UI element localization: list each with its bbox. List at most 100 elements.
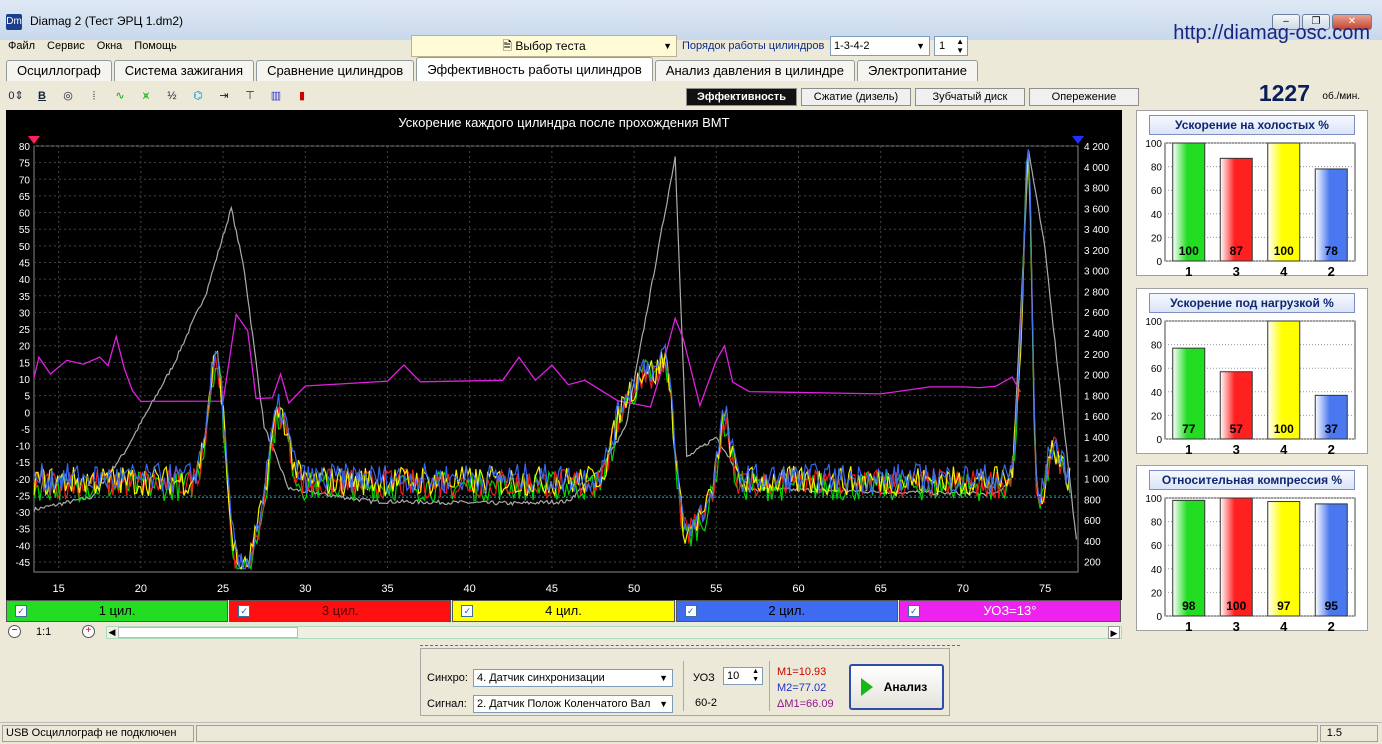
- panel-y-tick: 100: [1145, 139, 1162, 150]
- y-left-tick: 60: [19, 209, 31, 220]
- menu-service[interactable]: Сервис: [47, 40, 85, 52]
- tab-cylinder-compare[interactable]: Сравнение цилиндров: [256, 60, 415, 81]
- panel-bar-value: 100: [1179, 244, 1199, 258]
- zoom-in-icon[interactable]: +: [82, 625, 95, 638]
- version-label: 1.5: [1326, 727, 1342, 739]
- sync-select[interactable]: 4. Датчик синхронизации ▼: [473, 669, 673, 687]
- panel-bar-value: 78: [1325, 244, 1339, 258]
- x-tick: 65: [875, 583, 887, 595]
- legend-channel-2[interactable]: ✓ 4 цил.: [452, 600, 675, 622]
- cylinder-spin-value: 1: [939, 40, 946, 52]
- wave-icon[interactable]: ∿: [110, 86, 130, 106]
- rpm-gauge-icon[interactable]: ◎: [58, 86, 78, 106]
- toolbar: 0⇕ B ◎ ⦙ ∿ ⩙ ½ ⌬ ⇥ ⊤ ▥ ▮: [6, 84, 312, 108]
- filter-icon[interactable]: ⊤: [240, 86, 260, 106]
- app-icon: Dm: [6, 14, 22, 30]
- y-right-tick: 400: [1084, 537, 1101, 548]
- menu-help[interactable]: Помощь: [134, 40, 177, 52]
- main-chart[interactable]: Ускорение каждого цилиндра после прохожд…: [6, 110, 1122, 600]
- panel-y-tick: 20: [1151, 233, 1163, 244]
- legend-label: 2 цил.: [768, 603, 806, 618]
- y-left-tick: 50: [19, 242, 31, 253]
- bar-chart-icon[interactable]: ▥: [266, 86, 286, 106]
- legend-channel-1[interactable]: ✓ 3 цил.: [229, 600, 452, 622]
- y-left-tick: 40: [19, 275, 31, 286]
- panel-y-tick: 100: [1145, 317, 1162, 328]
- panel-y-tick: 0: [1156, 612, 1162, 623]
- tab-cylinder-efficiency[interactable]: Эффективность работы цилиндров: [416, 57, 653, 81]
- panel-bar-value: 100: [1274, 422, 1294, 436]
- panel-title[interactable]: Ускорение под нагрузкой %: [1149, 293, 1355, 313]
- histogram-icon[interactable]: ▮: [292, 86, 312, 106]
- y-right-tick: 200: [1084, 558, 1101, 569]
- menu-file[interactable]: Файл: [8, 40, 35, 52]
- uoz-spinner[interactable]: 10 ▲ ▼: [723, 667, 763, 685]
- splitter[interactable]: [420, 645, 960, 647]
- panel-bar-value: 87: [1230, 244, 1244, 258]
- tab-power-supply[interactable]: Электропитание: [856, 60, 978, 81]
- channel-checkbox[interactable]: ✓: [238, 605, 251, 617]
- channel-checkbox[interactable]: ✓: [15, 605, 27, 617]
- status-bar: USB Осциллограф не подключен 1.5: [0, 722, 1382, 744]
- panel-y-tick: 80: [1151, 518, 1163, 529]
- panel-y-tick: 40: [1151, 388, 1163, 399]
- vvt-wave-icon[interactable]: ⩙: [136, 86, 156, 106]
- panel-bar-label: 1: [1185, 442, 1192, 455]
- signal-select[interactable]: 2. Датчик Полож Коленчатого Вал ▼: [473, 695, 673, 713]
- x-tick: 20: [135, 583, 147, 595]
- tab-oscilloscope[interactable]: Осциллограф: [6, 60, 112, 81]
- y-left-tick: -10: [16, 442, 31, 453]
- channel-checkbox[interactable]: ✓: [907, 605, 920, 617]
- analyze-button[interactable]: Анализ: [849, 664, 944, 710]
- menu-windows[interactable]: Окна: [97, 40, 123, 52]
- algorithm-icon[interactable]: ½: [162, 86, 182, 106]
- channel-checkbox[interactable]: ✓: [684, 605, 697, 617]
- panel-y-tick: 60: [1151, 186, 1163, 197]
- subtab-efficiency[interactable]: Эффективность: [686, 88, 797, 106]
- tab-cylinder-pressure[interactable]: Анализ давления в цилиндре: [654, 60, 855, 81]
- uoz-value: 10: [727, 670, 740, 682]
- y-right-tick: 2 400: [1084, 329, 1109, 340]
- cylinder-order-select[interactable]: 1-3-4-2 ▼: [830, 36, 930, 56]
- channel-checkbox[interactable]: ✓: [461, 605, 474, 617]
- zoom-out-icon[interactable]: −: [8, 625, 21, 638]
- chevron-down-icon: ▼: [659, 696, 668, 712]
- test-select-dropdown[interactable]: 🗎 Выбор теста ▼: [411, 35, 677, 57]
- panel-title[interactable]: Ускорение на холостых %: [1149, 115, 1355, 135]
- legend-channel-3[interactable]: ✓ 2 цил.: [675, 600, 898, 622]
- scroll-right-icon[interactable]: ▶: [1108, 626, 1120, 639]
- y-left-tick: 65: [19, 192, 31, 203]
- legend-channel-0[interactable]: ✓ 1 цил.: [6, 600, 229, 622]
- panel-bar-value: 77: [1182, 422, 1196, 436]
- analysis-panel: Синхро: 4. Датчик синхронизации ▼ Сигнал:…: [420, 648, 950, 716]
- x-tick: 45: [546, 583, 558, 595]
- site-url[interactable]: http://diamag-osc.com: [1173, 22, 1370, 45]
- scroll-left-icon[interactable]: ◀: [106, 626, 118, 639]
- y-left-tick: 75: [19, 159, 31, 170]
- sensor-icon[interactable]: ⌬: [188, 86, 208, 106]
- y-left-tick: -20: [16, 475, 31, 486]
- y-right-tick: 3 000: [1084, 267, 1109, 278]
- legend-channel-4[interactable]: ✓ УОЗ=13°: [898, 600, 1122, 622]
- subtab-compression-diesel[interactable]: Сжатие (дизель): [800, 88, 911, 106]
- bold-marker-icon[interactable]: B: [32, 86, 52, 106]
- subtab-tooth-disk[interactable]: Зубчатый диск: [914, 88, 1025, 106]
- tab-ignition[interactable]: Система зажигания: [113, 60, 255, 81]
- signal-value: 2. Датчик Полож Коленчатого Вал: [477, 698, 651, 710]
- zoom-fit-icon[interactable]: 0⇕: [6, 86, 26, 106]
- play-icon: [861, 678, 873, 696]
- panel-y-tick: 100: [1145, 494, 1162, 505]
- numbering-icon[interactable]: ⇥: [214, 86, 234, 106]
- spin-arrows-icon: ▲ ▼: [956, 37, 964, 55]
- y-left-tick: 70: [19, 175, 31, 186]
- scale-icon[interactable]: ⦙: [84, 86, 104, 106]
- subtab-advance[interactable]: Опережение: [1028, 88, 1139, 106]
- uoz-trace: [33, 312, 1022, 408]
- panel-bar-label: 2: [1328, 264, 1335, 277]
- panel-title[interactable]: Относительная компрессия %: [1149, 470, 1355, 490]
- cylinder-spinner[interactable]: 1 ▲ ▼: [934, 36, 968, 56]
- scroll-thumb[interactable]: [118, 627, 298, 638]
- main-chart-svg: Ускорение каждого цилиндра после прохожд…: [16, 115, 1110, 595]
- y-right-tick: 600: [1084, 516, 1101, 527]
- y-left-tick: -35: [16, 525, 31, 536]
